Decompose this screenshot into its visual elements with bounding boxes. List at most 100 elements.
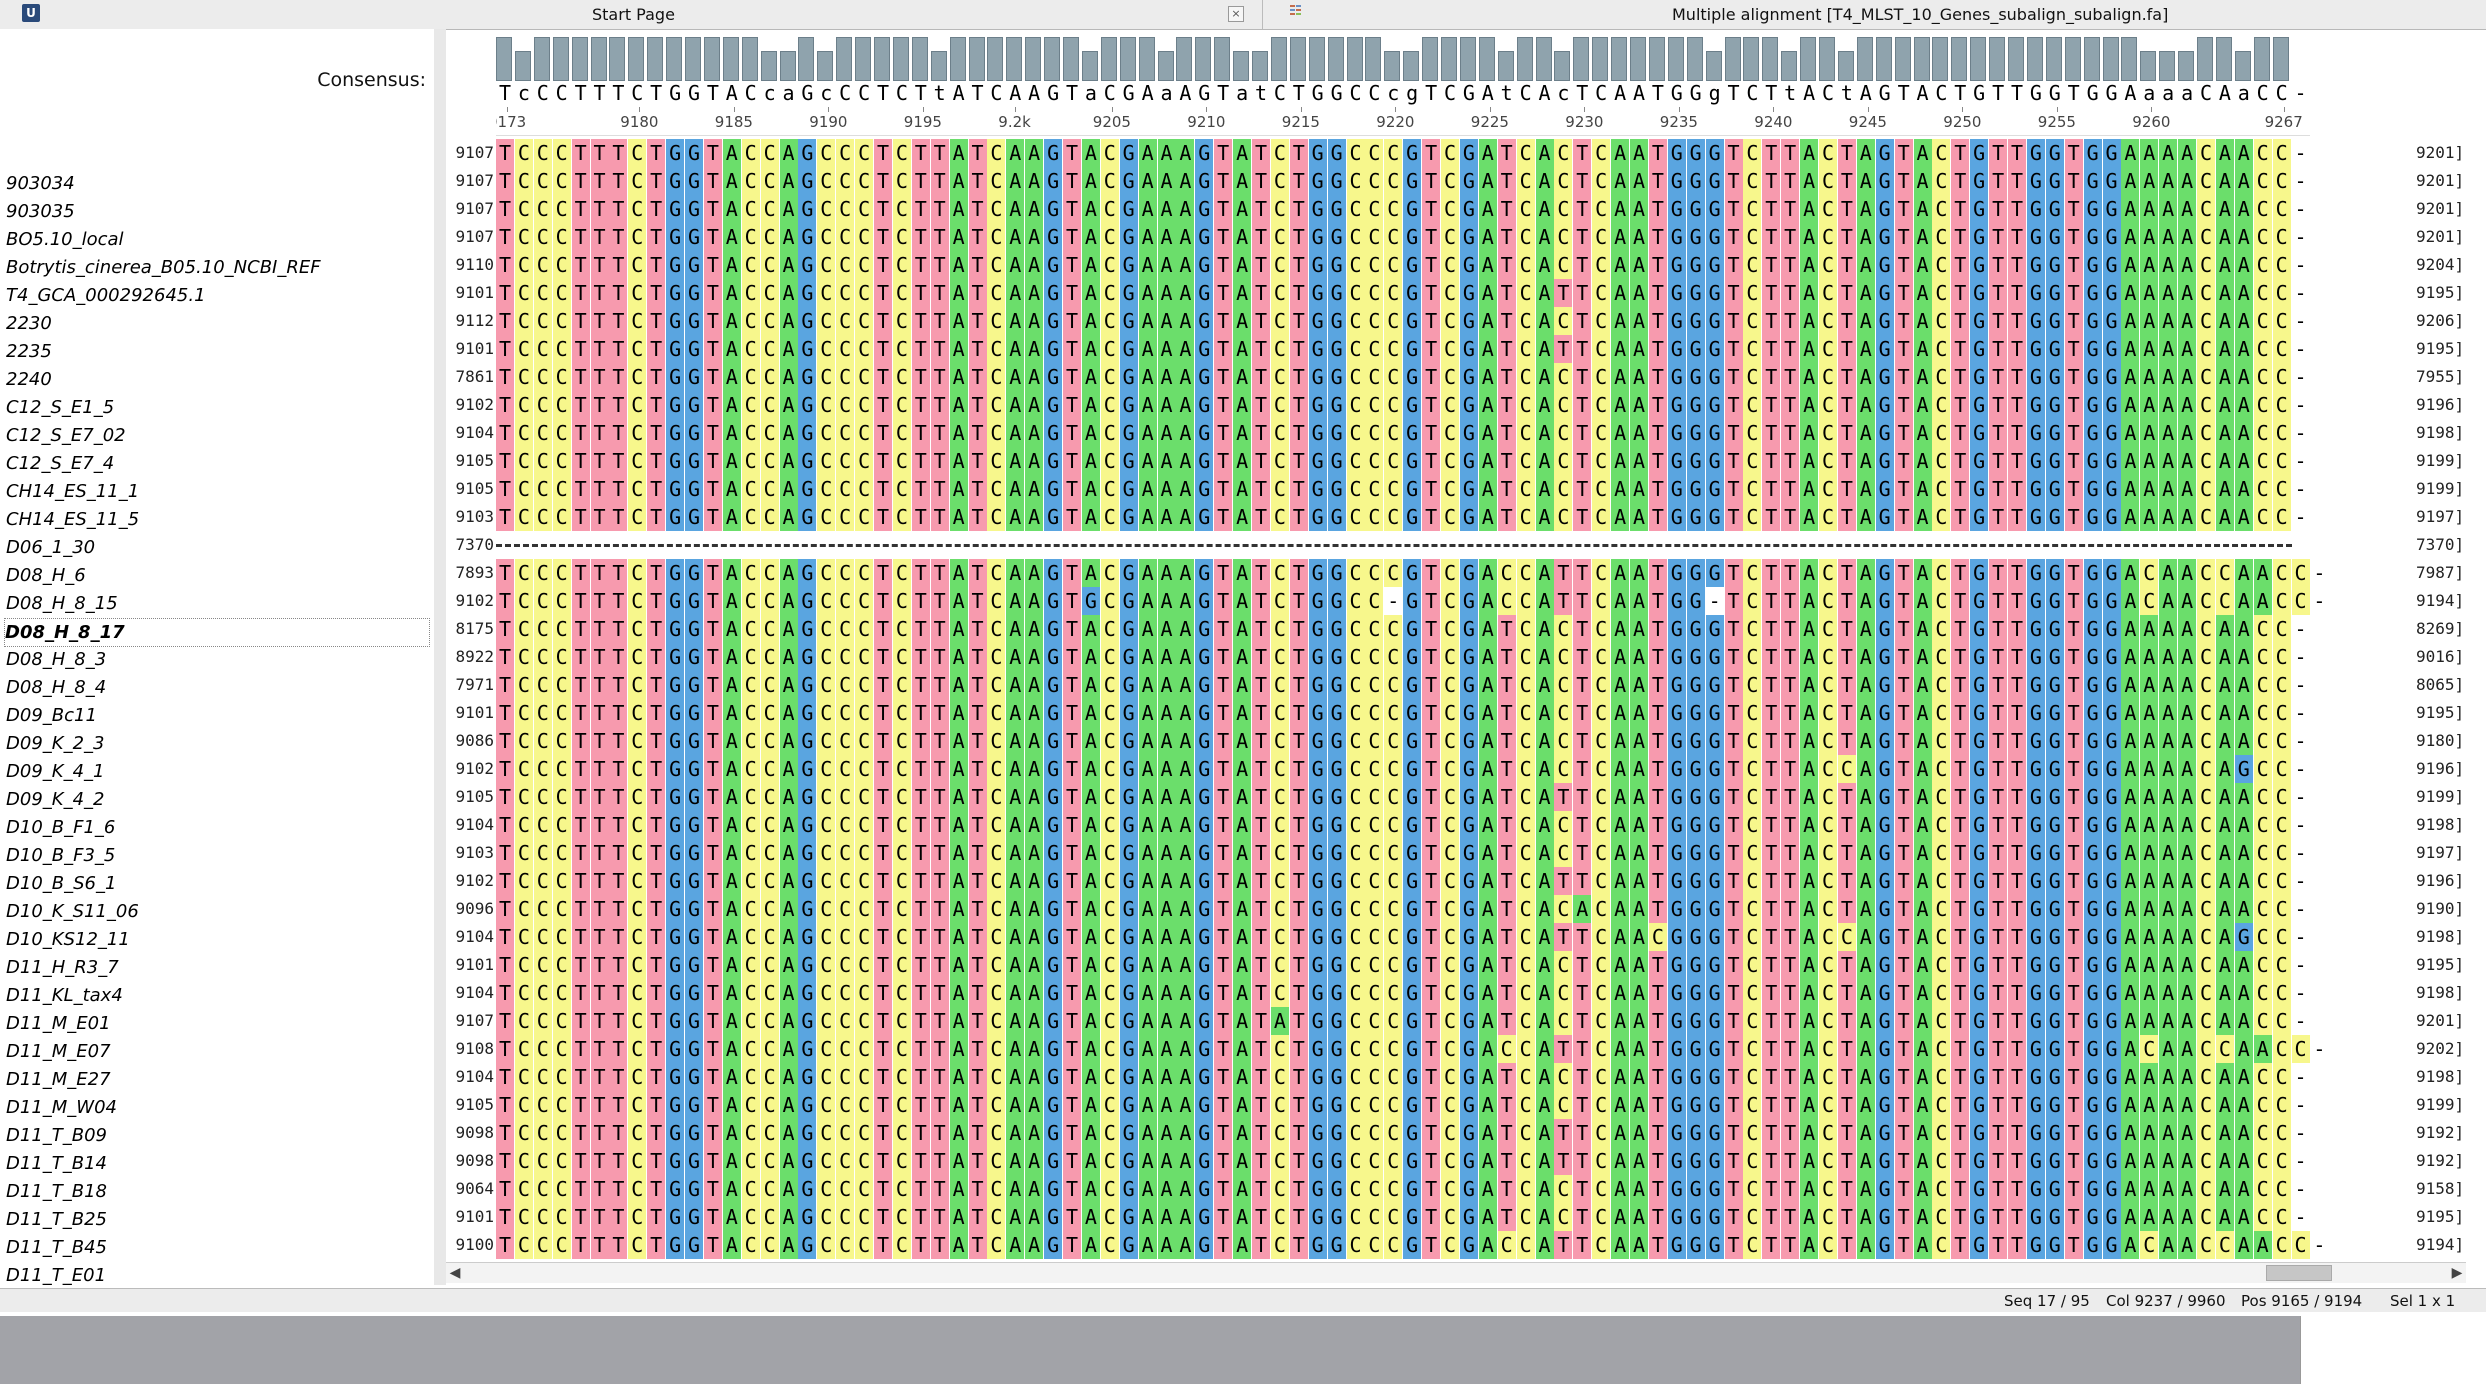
base-cell[interactable]: C xyxy=(1384,1175,1403,1203)
base-cell[interactable]: - xyxy=(2291,979,2310,1007)
base-cell[interactable]: T xyxy=(1422,1175,1441,1203)
base-cell[interactable]: A xyxy=(1176,1091,1195,1119)
base-cell[interactable]: T xyxy=(968,195,987,223)
base-cell[interactable]: T xyxy=(1951,895,1970,923)
base-cell[interactable]: T xyxy=(1648,783,1667,811)
base-cell[interactable]: G xyxy=(666,867,685,895)
base-cell[interactable]: G xyxy=(1195,867,1214,895)
base-cell[interactable]: G xyxy=(1403,139,1422,167)
base-cell[interactable]: T xyxy=(1951,475,1970,503)
base-cell[interactable]: C xyxy=(1441,1007,1459,1035)
base-cell[interactable]: T xyxy=(2008,475,2026,503)
base-cell[interactable]: T xyxy=(968,503,987,531)
base-cell[interactable]: G xyxy=(666,223,685,251)
base-cell[interactable]: T xyxy=(1648,1203,1667,1231)
base-cell[interactable]: G xyxy=(1308,223,1327,251)
base-cell[interactable]: C xyxy=(855,615,874,643)
base-cell[interactable]: T xyxy=(2064,755,2083,783)
base-cell[interactable]: T xyxy=(1837,1203,1856,1231)
base-cell[interactable]: C xyxy=(1516,1119,1535,1147)
base-cell[interactable]: C xyxy=(760,1007,779,1035)
base-cell[interactable]: T xyxy=(1497,335,1516,363)
base-cell[interactable]: T xyxy=(590,1035,609,1063)
base-cell[interactable]: C xyxy=(1384,867,1403,895)
base-cell[interactable]: C xyxy=(760,1035,779,1063)
sequence-name[interactable]: C12_S_E1_5 xyxy=(6,394,426,421)
base-cell[interactable]: T xyxy=(1951,391,1970,419)
base-cell[interactable]: A xyxy=(1006,1231,1025,1259)
base-cell[interactable]: A xyxy=(2215,671,2234,699)
base-cell[interactable]: C xyxy=(1441,475,1459,503)
base-cell[interactable]: G xyxy=(1459,139,1478,167)
base-cell[interactable]: C xyxy=(533,615,552,643)
base-cell[interactable]: C xyxy=(2197,1175,2215,1203)
base-cell[interactable]: C xyxy=(552,1175,571,1203)
base-cell[interactable]: T xyxy=(1989,1091,2008,1119)
base-cell[interactable]: G xyxy=(1875,839,1894,867)
base-cell[interactable]: C xyxy=(2197,475,2215,503)
base-cell[interactable]: G xyxy=(1459,419,1478,447)
base-cell[interactable]: A xyxy=(2121,419,2140,447)
base-cell[interactable]: A xyxy=(1913,335,1932,363)
base-cell[interactable]: G xyxy=(2045,363,2064,391)
base-cell[interactable]: A xyxy=(1630,587,1648,615)
base-cell[interactable]: G xyxy=(685,1035,703,1063)
base-cell[interactable]: T xyxy=(968,279,987,307)
base-cell[interactable]: C xyxy=(1743,755,1762,783)
base-cell[interactable]: C xyxy=(514,307,533,335)
base-cell[interactable]: G xyxy=(2045,223,2064,251)
base-cell[interactable]: C xyxy=(1592,363,1611,391)
base-cell[interactable]: T xyxy=(1781,1119,1800,1147)
base-cell[interactable]: T xyxy=(911,503,930,531)
base-cell[interactable]: G xyxy=(1667,699,1686,727)
base-cell[interactable]: G xyxy=(666,1231,685,1259)
base-cell[interactable]: C xyxy=(1819,475,1837,503)
base-cell[interactable]: G xyxy=(1705,419,1724,447)
base-cell[interactable]: T xyxy=(1573,447,1592,475)
base-cell[interactable]: G xyxy=(798,335,817,363)
base-cell[interactable]: C xyxy=(760,727,779,755)
base-cell[interactable]: A xyxy=(2234,1119,2253,1147)
base-cell[interactable]: T xyxy=(930,755,949,783)
base-cell[interactable]: C xyxy=(1365,1035,1384,1063)
base-cell[interactable]: C xyxy=(836,307,855,335)
base-cell[interactable]: G xyxy=(1327,979,1346,1007)
base-cell[interactable]: A xyxy=(2234,279,2253,307)
base-cell[interactable]: T xyxy=(2008,783,2026,811)
base-cell[interactable]: C xyxy=(987,1063,1006,1091)
base-cell[interactable]: T xyxy=(911,559,930,587)
base-cell[interactable]: A xyxy=(1025,139,1044,167)
base-cell[interactable]: C xyxy=(628,671,647,699)
base-cell[interactable]: C xyxy=(2253,223,2272,251)
base-cell[interactable]: C xyxy=(1365,1007,1384,1035)
base-cell[interactable]: T xyxy=(1422,755,1441,783)
base-cell[interactable]: G xyxy=(1686,139,1705,167)
base-cell[interactable]: A xyxy=(779,783,798,811)
base-cell[interactable]: G xyxy=(685,1203,703,1231)
base-cell[interactable]: C xyxy=(514,839,533,867)
base-cell[interactable]: C xyxy=(628,503,647,531)
base-cell[interactable]: C xyxy=(855,755,874,783)
base-cell[interactable]: A xyxy=(949,475,968,503)
base-cell[interactable]: A xyxy=(1025,643,1044,671)
base-cell[interactable]: C xyxy=(2272,139,2291,167)
base-cell[interactable]: T xyxy=(496,979,514,1007)
base-cell[interactable]: A xyxy=(2159,391,2178,419)
base-cell[interactable]: G xyxy=(2045,1063,2064,1091)
base-cell[interactable]: A xyxy=(1081,447,1100,475)
base-cell[interactable]: T xyxy=(1573,839,1592,867)
base-cell[interactable]: C xyxy=(1346,867,1365,895)
base-cell[interactable]: C xyxy=(892,979,911,1007)
base-cell[interactable]: A xyxy=(1006,699,1025,727)
base-cell[interactable]: T xyxy=(1724,1007,1743,1035)
tab-start-page[interactable]: Start Page xyxy=(592,5,675,24)
base-cell[interactable]: A xyxy=(2121,895,2140,923)
base-cell[interactable]: G xyxy=(1119,727,1138,755)
base-cell[interactable]: A xyxy=(2253,1035,2272,1063)
base-cell[interactable]: A xyxy=(2178,811,2197,839)
base-cell[interactable]: G xyxy=(666,615,685,643)
base-cell[interactable]: A xyxy=(1176,447,1195,475)
base-cell[interactable]: G xyxy=(685,475,703,503)
base-cell[interactable]: A xyxy=(1478,1063,1497,1091)
base-cell[interactable]: G xyxy=(2045,1231,2064,1259)
